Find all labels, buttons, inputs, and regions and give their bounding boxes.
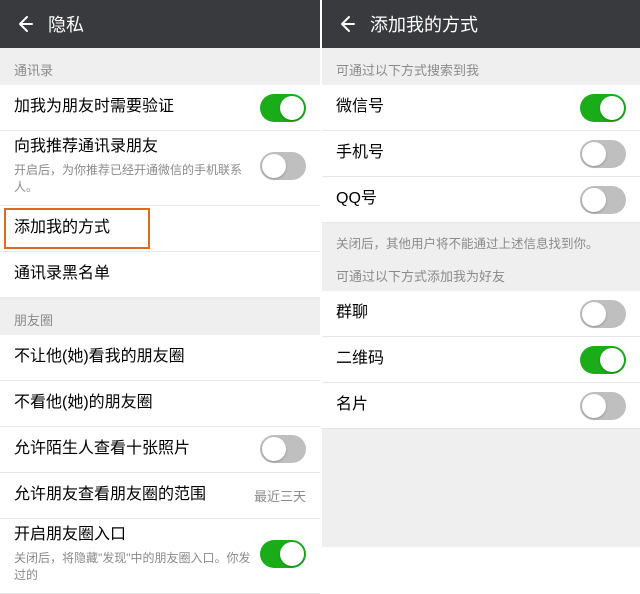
row-label: 允许陌生人查看十张照片	[14, 439, 190, 460]
row-sub: 开启后，为你推荐已经开通微信的手机联系人。	[14, 161, 260, 195]
page-title: 隐私	[48, 11, 84, 37]
row-label: 微信号	[336, 97, 384, 118]
row-label: QQ号	[336, 189, 377, 210]
page-title: 添加我的方式	[370, 11, 478, 37]
row-friend-verify[interactable]: 加我为朋友时需要验证	[0, 85, 320, 131]
row-label: 名片	[336, 395, 368, 416]
row-label: 手机号	[336, 143, 384, 164]
row-moments-range[interactable]: 允许朋友查看朋友圈的范围 最近三天	[0, 473, 320, 519]
back-button[interactable]	[330, 0, 364, 48]
row-sub: 关闭后，将隐藏"发现"中的朋友圈入口。你发过的	[14, 549, 260, 583]
row-recommend-contacts[interactable]: 向我推荐通讯录朋友 开启后，为你推荐已经开通微信的手机联系人。	[0, 131, 320, 206]
row-search-phone[interactable]: 手机号	[322, 131, 640, 177]
toggle-search-phone[interactable]	[580, 140, 626, 168]
row-add-qrcode[interactable]: 二维码	[322, 337, 640, 383]
toggle-recommend-contacts[interactable]	[260, 152, 306, 180]
row-meta-range: 最近三天	[254, 486, 306, 505]
row-add-group[interactable]: 群聊	[322, 291, 640, 337]
section-header-moments: 朋友圈	[0, 298, 320, 335]
toggle-search-qq[interactable]	[580, 186, 626, 214]
row-moments-entry[interactable]: 开启朋友圈入口 关闭后，将隐藏"发现"中的朋友圈入口。你发过的	[0, 519, 320, 594]
row-label: 向我推荐通讯录朋友	[14, 137, 260, 158]
row-blacklist[interactable]: 通讯录黑名单	[0, 252, 320, 298]
toggle-add-qrcode[interactable]	[580, 346, 626, 374]
row-add-card[interactable]: 名片	[322, 383, 640, 429]
titlebar: 隐私	[0, 0, 320, 48]
toggle-search-wechat[interactable]	[580, 94, 626, 122]
row-label: 允许朋友查看朋友圈的范围	[14, 485, 206, 506]
row-label: 群聊	[336, 303, 368, 324]
row-label: 加我为朋友时需要验证	[14, 97, 174, 118]
section-header-add: 可通过以下方式添加我为好友	[322, 262, 640, 291]
back-button[interactable]	[8, 0, 42, 48]
row-block-view[interactable]: 不让他(她)看我的朋友圈	[0, 335, 320, 381]
section-header-search: 可通过以下方式搜索到我	[322, 48, 640, 85]
row-label: 通讯录黑名单	[14, 264, 110, 285]
row-search-qq[interactable]: QQ号	[322, 177, 640, 223]
search-hint: 关闭后，其他用户将不能通过上述信息找到你。	[322, 223, 640, 262]
row-label: 不看他(她)的朋友圈	[14, 393, 153, 414]
add-me-screen: 添加我的方式 可通过以下方式搜索到我 微信号 手机号 QQ号 关闭后，其他用户将…	[320, 0, 640, 547]
row-label: 二维码	[336, 349, 384, 370]
toggle-moments-entry[interactable]	[260, 540, 306, 568]
row-label: 添加我的方式	[14, 218, 110, 239]
row-search-wechat[interactable]: 微信号	[322, 85, 640, 131]
back-arrow-icon	[15, 14, 35, 34]
toggle-add-card[interactable]	[580, 392, 626, 420]
toggle-strangers-photos[interactable]	[260, 435, 306, 463]
row-hide-his[interactable]: 不看他(她)的朋友圈	[0, 381, 320, 427]
back-arrow-icon	[337, 14, 357, 34]
privacy-screen: 隐私 通讯录 加我为朋友时需要验证 向我推荐通讯录朋友 开启后，为你推荐已经开通…	[0, 0, 320, 547]
toggle-add-group[interactable]	[580, 300, 626, 328]
row-label: 不让他(她)看我的朋友圈	[14, 347, 185, 368]
row-strangers-photos[interactable]: 允许陌生人查看十张照片	[0, 427, 320, 473]
toggle-friend-verify[interactable]	[260, 94, 306, 122]
section-header-contacts: 通讯录	[0, 48, 320, 85]
row-add-me-methods[interactable]: 添加我的方式	[0, 206, 320, 252]
titlebar: 添加我的方式	[322, 0, 640, 48]
row-label: 开启朋友圈入口	[14, 525, 260, 546]
